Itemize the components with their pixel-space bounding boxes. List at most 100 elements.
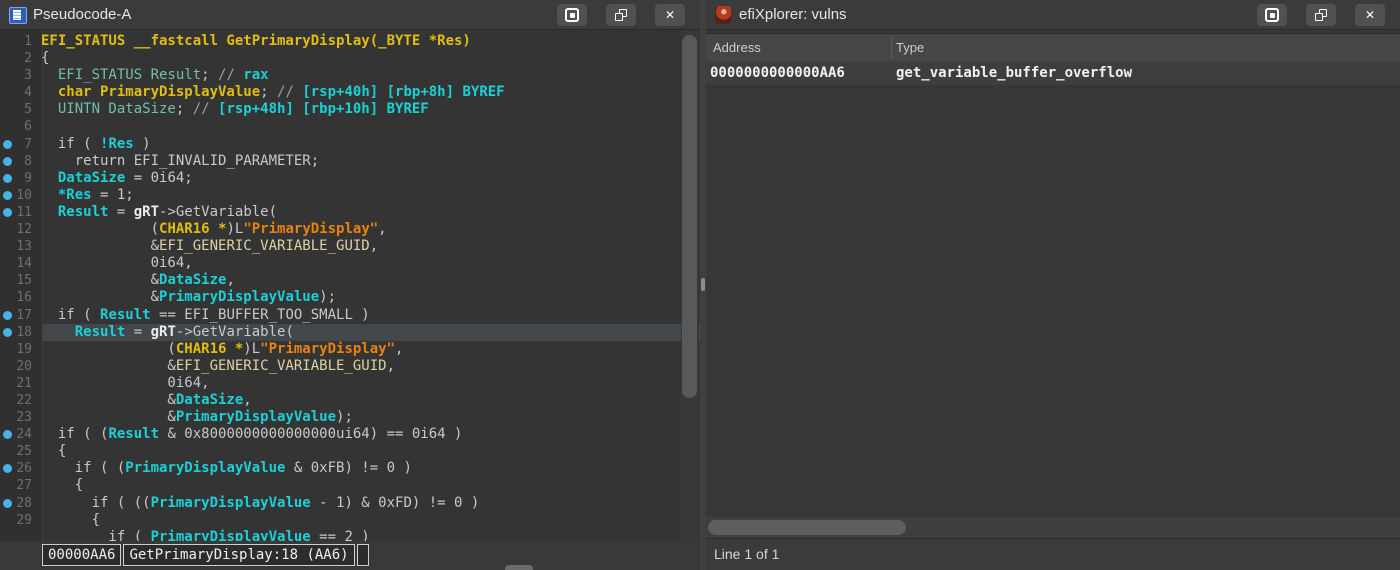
code-text: EFI_STATUS Result; // rax (37, 67, 269, 83)
restore-button[interactable] (1306, 4, 1336, 26)
pseudocode-pane: Pseudocode-A ✕ 1EFI_STATUS __fastcall Ge… (0, 0, 700, 570)
pseudocode-statusbar: 00000AA6 GetPrimaryDisplay:18 (AA6) (0, 541, 700, 570)
vulns-statusbar: Line 1 of 1 (706, 538, 1400, 570)
code-line[interactable]: 23 &PrimaryDisplayValue); (0, 409, 700, 426)
code-text: &PrimaryDisplayValue); (37, 409, 353, 425)
address-marker-empty (3, 37, 12, 46)
code-text: Result = gRT->GetVariable( (37, 204, 277, 220)
column-header-type[interactable]: Type (896, 34, 924, 62)
code-line[interactable]: 7 if ( !Res ) (0, 136, 700, 153)
pseudocode-title: Pseudocode-A (33, 0, 131, 30)
restore-icon (1315, 9, 1327, 21)
address-box: 00000AA6 (42, 544, 121, 566)
address-marker-empty (3, 516, 12, 525)
code-line[interactable]: 4 char PrimaryDisplayValue; // [rsp+40h]… (0, 84, 700, 101)
pseudocode-titlebar[interactable]: Pseudocode-A ✕ (0, 0, 700, 30)
code-text: EFI_STATUS __fastcall GetPrimaryDisplay(… (37, 33, 471, 49)
address-marker-dot (3, 140, 12, 149)
close-icon: ✕ (665, 4, 675, 26)
code-line[interactable]: 2{ (0, 50, 700, 67)
code-line[interactable]: 21 0i64, (0, 375, 700, 392)
code-text: *Res = 1; (37, 187, 134, 203)
code-line[interactable]: 26 if ( (PrimaryDisplayValue & 0xFB) != … (0, 460, 700, 477)
horizontal-scrollbar-peek[interactable] (505, 565, 533, 570)
vertical-scrollbar-thumb[interactable] (682, 35, 697, 398)
address-marker-dot (3, 311, 12, 320)
code-line[interactable]: 6 (0, 118, 700, 135)
code-text: if ( ((PrimaryDisplayValue - 1) & 0xFD) … (37, 495, 479, 511)
code-text: Result = gRT->GetVariable( (37, 324, 294, 340)
code-line[interactable]: 29 { (0, 512, 700, 529)
address-marker-empty (3, 413, 12, 422)
address-marker-dot (3, 157, 12, 166)
code-line[interactable]: 12 (CHAR16 *)L"PrimaryDisplay", (0, 221, 700, 238)
code-text: if ( !Res ) (37, 136, 151, 152)
code-text: &EFI_GENERIC_VARIABLE_GUID, (37, 238, 378, 254)
table-row[interactable]: 0000000000000AA6get_variable_buffer_over… (706, 61, 1400, 85)
horizontal-scrollbar-thumb[interactable] (708, 520, 906, 535)
code-text: &DataSize, (37, 392, 252, 408)
code-line[interactable]: 16 &PrimaryDisplayValue); (0, 289, 700, 306)
address-marker-empty (3, 362, 12, 371)
code-text: 0i64, (37, 375, 210, 391)
pseudocode-icon (9, 7, 27, 24)
code-line[interactable]: 14 0i64, (0, 255, 700, 272)
code-line[interactable]: 17 if ( Result == EFI_BUFFER_TOO_SMALL ) (0, 307, 700, 324)
code-line[interactable]: 8 return EFI_INVALID_PARAMETER; (0, 153, 700, 170)
code-lines: 1EFI_STATUS __fastcall GetPrimaryDisplay… (0, 33, 700, 541)
horizontal-scrollbar[interactable] (706, 517, 1400, 538)
code-line[interactable]: 10 *Res = 1; (0, 187, 700, 204)
cell-address: 0000000000000AA6 (710, 61, 845, 85)
code-line[interactable]: 3 EFI_STATUS Result; // rax (0, 67, 700, 84)
close-button[interactable]: ✕ (655, 4, 685, 26)
code-text: 0i64, (37, 255, 193, 271)
restore-icon (615, 9, 627, 21)
code-line[interactable]: 5 UINTN DataSize; // [rsp+48h] [rbp+10h]… (0, 101, 700, 118)
address-marker-dot (3, 191, 12, 200)
window-buttons: ✕ (557, 4, 685, 26)
table-body: 0000000000000AA6get_variable_buffer_over… (706, 61, 1400, 85)
code-text: { (37, 512, 100, 528)
code-line[interactable]: 15 &DataSize, (0, 272, 700, 289)
code-line[interactable]: 27 { (0, 477, 700, 494)
code-line[interactable]: 25 { (0, 443, 700, 460)
address-marker-empty (3, 533, 12, 541)
code-line[interactable]: if ( PrimaryDisplayValue == 2 ) (0, 529, 700, 541)
ida-window: Pseudocode-A ✕ 1EFI_STATUS __fastcall Ge… (0, 0, 1400, 570)
close-button[interactable]: ✕ (1355, 4, 1385, 26)
code-text: if ( (PrimaryDisplayValue & 0xFB) != 0 ) (37, 460, 412, 476)
close-icon: ✕ (1365, 4, 1375, 26)
code-text: &PrimaryDisplayValue); (37, 289, 336, 305)
address-marker-dot (3, 499, 12, 508)
address-marker-empty (3, 225, 12, 234)
code-text: &EFI_GENERIC_VARIABLE_GUID, (37, 358, 395, 374)
code-line[interactable]: 20 &EFI_GENERIC_VARIABLE_GUID, (0, 358, 700, 375)
code-line[interactable]: 22 &DataSize, (0, 392, 700, 409)
code-text: { (37, 477, 83, 493)
splitter-handle-icon (701, 278, 705, 291)
vulns-titlebar[interactable]: efiXplorer: vulns ✕ (706, 0, 1400, 30)
maximize-button[interactable] (557, 4, 587, 26)
code-line[interactable]: 19 (CHAR16 *)L"PrimaryDisplay", (0, 341, 700, 358)
maximize-button[interactable] (1257, 4, 1287, 26)
column-header-address[interactable]: Address (713, 34, 761, 62)
empty-box (357, 544, 369, 566)
line-count: Line 1 of 1 (714, 546, 779, 562)
code-line[interactable]: 9 DataSize = 0i64; (0, 170, 700, 187)
pseudocode-view[interactable]: 1EFI_STATUS __fastcall GetPrimaryDisplay… (0, 30, 700, 541)
vulns-pane: efiXplorer: vulns ✕ Address Type 0000000… (706, 0, 1400, 570)
efixplorer-icon (715, 6, 731, 24)
code-line[interactable]: 1EFI_STATUS __fastcall GetPrimaryDisplay… (0, 33, 700, 50)
vertical-scrollbar[interactable] (681, 30, 699, 541)
maximize-icon (1265, 8, 1279, 22)
code-line[interactable]: 24 if ( (Result & 0x8000000000000000ui64… (0, 426, 700, 443)
code-text: return EFI_INVALID_PARAMETER; (37, 153, 319, 169)
code-text: if ( Result == EFI_BUFFER_TOO_SMALL ) (37, 307, 370, 323)
restore-button[interactable] (606, 4, 636, 26)
code-text: char PrimaryDisplayValue; // [rsp+40h] [… (37, 84, 505, 100)
code-text: UINTN DataSize; // [rsp+48h] [rbp+10h] B… (37, 101, 429, 117)
code-line[interactable]: 28 if ( ((PrimaryDisplayValue - 1) & 0xF… (0, 495, 700, 512)
code-line[interactable]: 13 &EFI_GENERIC_VARIABLE_GUID, (0, 238, 700, 255)
code-line[interactable]: 11 Result = gRT->GetVariable( (0, 204, 700, 221)
code-line[interactable]: 18 Result = gRT->GetVariable( (0, 324, 700, 341)
